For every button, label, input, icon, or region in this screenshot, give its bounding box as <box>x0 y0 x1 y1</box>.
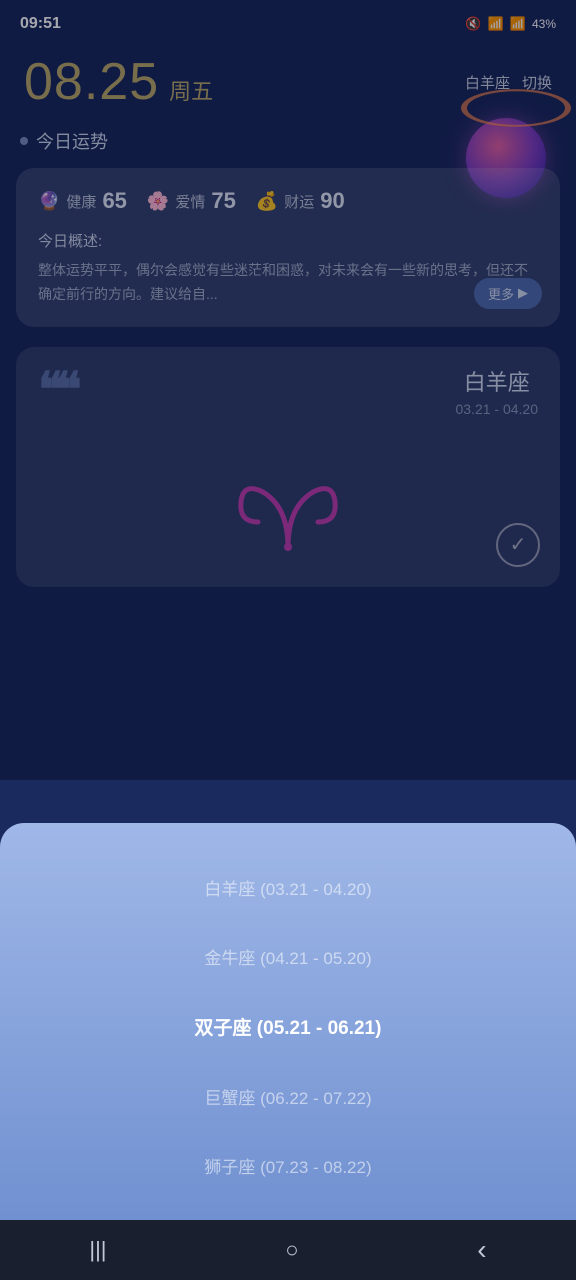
mute-icon: 🔇 <box>465 16 481 32</box>
love-icon: 🌸 <box>147 191 169 212</box>
wealth-icon: 💰 <box>256 191 278 212</box>
love-score: 🌸 爱情 75 <box>147 188 236 214</box>
fortune-desc-text: 整体运势平平，偶尔会感觉有些迷茫和困惑，对未来会有一些新的思考，但还不确定前行的… <box>38 259 538 307</box>
health-icon: 🔮 <box>38 191 60 212</box>
status-time: 09:51 <box>20 15 61 33</box>
health-value: 65 <box>102 188 126 214</box>
wealth-score: 💰 财运 90 <box>256 188 345 214</box>
wealth-value: 90 <box>320 188 344 214</box>
status-bar: 09:51 🔇 📶 📶 43% <box>0 0 576 44</box>
check-icon: ✓ <box>510 532 527 557</box>
planet-ring <box>461 89 571 127</box>
bottom-nav: ||| ○ ‹ <box>0 1220 576 1280</box>
quote-icon: ❝❝ <box>38 367 74 415</box>
fortune-scores: 🔮 健康 65 🌸 爱情 75 💰 财运 90 <box>38 188 538 214</box>
health-score: 🔮 健康 65 <box>38 188 127 214</box>
picker-item-taurus[interactable]: 金牛座 (04.21 - 05.20) <box>0 922 576 991</box>
section-title-text: 今日运势 <box>36 128 108 154</box>
picker-item-aries[interactable]: 白羊座 (03.21 - 04.20) <box>0 853 576 922</box>
section-dot <box>20 137 28 145</box>
picker-list: 白羊座 (03.21 - 04.20) 金牛座 (04.21 - 05.20) … <box>0 853 576 1200</box>
more-button[interactable]: 更多 ▶ <box>474 278 542 309</box>
health-label: 健康 <box>66 191 96 212</box>
picker-item-gemini[interactable]: 双子座 (05.21 - 06.21) <box>0 991 576 1062</box>
date-day: 周五 <box>169 74 213 106</box>
more-label: 更多 <box>488 284 514 303</box>
zodiac-name: 白羊座 <box>464 365 530 397</box>
date-number: 08.25 <box>24 52 159 112</box>
love-label: 爱情 <box>175 191 205 212</box>
battery-text: 43% <box>532 17 556 31</box>
header-date: 08.25 周五 <box>24 52 213 112</box>
planet-decoration <box>466 58 566 158</box>
status-icons: 🔇 📶 📶 43% <box>465 16 556 32</box>
zodiac-date-range: 03.21 - 04.20 <box>455 401 538 417</box>
picker-item-cancer[interactable]: 巨蟹座 (06.22 - 07.22) <box>0 1062 576 1131</box>
check-circle-button[interactable]: ✓ <box>496 523 540 567</box>
signal-icon: 📶 <box>510 16 526 32</box>
zodiac-picker-sheet[interactable]: 白羊座 (03.21 - 04.20) 金牛座 (04.21 - 05.20) … <box>0 823 576 1220</box>
fortune-desc-title: 今日概述: <box>38 230 538 251</box>
more-arrow-icon: ▶ <box>518 285 528 301</box>
picker-item-leo[interactable]: 狮子座 (07.23 - 08.22) <box>0 1131 576 1200</box>
main-content: 今日运势 🔮 健康 65 🌸 爱情 75 💰 财运 90 今日概述: 整体运势平… <box>0 128 576 587</box>
wealth-label: 财运 <box>284 191 314 212</box>
wifi-icon: 📶 <box>488 16 504 32</box>
love-value: 75 <box>211 188 235 214</box>
zodiac-card: ❝❝ 白羊座 03.21 - 04.20 ✓ <box>16 347 560 587</box>
zodiac-symbol-container <box>38 427 538 567</box>
home-button[interactable]: ○ <box>255 1227 328 1273</box>
menu-button[interactable]: ||| <box>59 1227 136 1273</box>
aries-symbol <box>223 447 353 557</box>
zodiac-card-header: ❝❝ 白羊座 03.21 - 04.20 <box>38 365 538 417</box>
back-button[interactable]: ‹ <box>447 1224 516 1276</box>
fortune-card: 🔮 健康 65 🌸 爱情 75 💰 财运 90 今日概述: 整体运势平平，偶尔会… <box>16 168 560 327</box>
